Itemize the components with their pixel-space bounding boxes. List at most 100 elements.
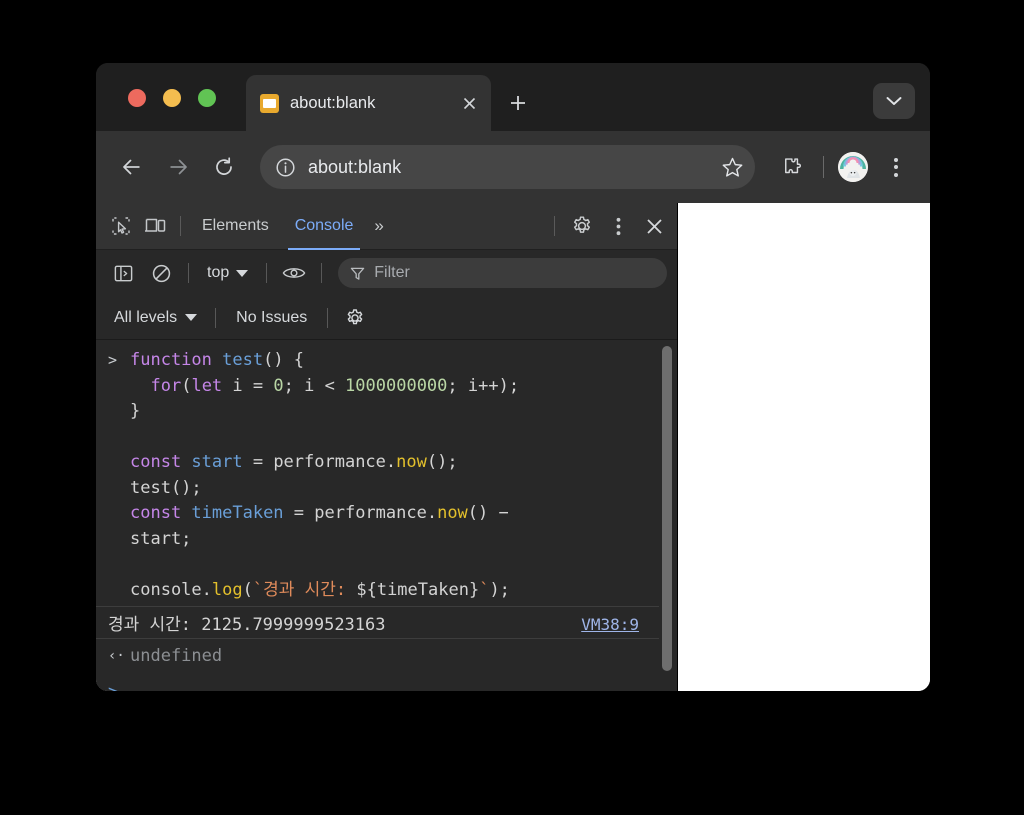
info-circle-icon <box>275 157 295 177</box>
code-token: start; <box>130 528 192 549</box>
code-token: now <box>396 452 427 472</box>
avatar[interactable] <box>838 152 868 182</box>
console-log-level-selector[interactable]: All levels <box>106 304 205 332</box>
window-traffic-lights <box>128 89 216 107</box>
browser-toolbar: about:blank <box>96 131 930 203</box>
console-prompt-row[interactable]: > <box>96 670 659 691</box>
live-expression-button[interactable] <box>277 256 311 290</box>
window-close-button[interactable] <box>128 89 146 107</box>
console-source-link[interactable]: VM38:9 <box>581 615 649 634</box>
extensions-button[interactable] <box>773 149 809 185</box>
console-filter-input[interactable]: Filter <box>338 258 667 288</box>
page-info-icon[interactable] <box>272 154 298 180</box>
gear-icon <box>573 216 591 233</box>
forward-button[interactable] <box>158 147 198 187</box>
devtools-settings-button[interactable] <box>565 209 599 243</box>
toolbar-divider <box>180 216 181 236</box>
device-toolbar-button[interactable] <box>138 209 172 243</box>
back-button[interactable] <box>112 147 152 187</box>
browser-tab-active[interactable]: about:blank <box>246 75 491 131</box>
tab-close-icon[interactable] <box>457 91 481 115</box>
console-sidebar-toggle[interactable] <box>106 256 140 290</box>
devtools-panel: Elements Console » top Filter All levels… <box>96 203 678 691</box>
devtools-tabbar-actions <box>546 209 671 243</box>
code-token: let <box>191 375 223 396</box>
devtools-close-button[interactable] <box>637 209 671 243</box>
code-token: = performance. <box>283 503 438 523</box>
toolbar-divider <box>321 263 323 283</box>
devtools-more-options-button[interactable] <box>601 209 635 243</box>
console-output-panel[interactable]: > function test() { for(let i = 0; i < 1… <box>96 340 677 691</box>
code-token: ( <box>242 579 253 600</box>
code-token: ); <box>489 579 510 600</box>
console-context-selector[interactable]: top <box>199 259 256 287</box>
console-filter-bar: All levels No Issues <box>96 296 677 340</box>
toolbar-divider <box>327 307 329 328</box>
tab-search-button[interactable] <box>873 83 915 119</box>
console-scroll-content: > function test() { for(let i = 0; i < 1… <box>96 340 659 691</box>
console-scrollbar-thumb[interactable] <box>662 346 672 671</box>
address-bar[interactable]: about:blank <box>260 145 755 189</box>
console-settings-button[interactable] <box>338 301 372 335</box>
console-input-code: function test() { for(let i = 0; i < 100… <box>130 348 649 603</box>
console-output-prompt-icon: ‹· <box>108 648 125 664</box>
puzzle-piece-icon <box>784 157 801 173</box>
close-x-icon <box>646 218 662 234</box>
console-input-prompt-icon: > <box>108 351 118 369</box>
reload-button[interactable] <box>204 147 244 187</box>
close-x-icon <box>463 97 475 109</box>
code-token: () { <box>263 350 305 370</box>
code-token: ( <box>181 375 192 396</box>
console-context-label: top <box>207 264 230 281</box>
toolbar-divider <box>823 156 824 178</box>
toolbar-divider <box>554 216 555 236</box>
tab-elements[interactable]: Elements <box>189 203 282 250</box>
code-token: console. <box>130 579 212 600</box>
console-filter-placeholder: Filter <box>374 264 410 281</box>
page-viewport[interactable] <box>678 203 930 691</box>
code-token: test <box>222 350 264 370</box>
new-tab-button[interactable] <box>504 89 532 117</box>
plus-icon <box>511 96 525 110</box>
code-token: test(); <box>130 477 202 498</box>
code-token: log <box>211 579 243 600</box>
console-scrollbar[interactable] <box>659 340 675 691</box>
kebab-menu-icon <box>616 217 620 235</box>
console-prompt-icon: > <box>108 678 130 691</box>
inspect-element-button[interactable] <box>104 209 138 243</box>
filter-funnel-icon <box>351 267 365 280</box>
gear-icon <box>347 308 363 324</box>
kebab-dot <box>894 157 898 162</box>
code-token: const <box>130 452 192 472</box>
code-token: ; i < <box>283 375 346 396</box>
console-log-result-row: 경과 시간: 2125.7999999523163 VM38:9 <box>96 606 659 639</box>
more-tabs-button[interactable]: » <box>366 216 389 236</box>
code-token: for <box>130 375 182 396</box>
code-token: 1000000000 <box>345 375 448 396</box>
browser-menu-button[interactable] <box>880 150 912 184</box>
devtools-tabbar: Elements Console » <box>96 203 677 250</box>
toolbar-divider <box>215 307 217 328</box>
bookmark-button[interactable] <box>717 152 747 182</box>
reload-icon <box>216 157 232 175</box>
console-prompt-input[interactable] <box>130 678 649 691</box>
address-bar-text: about:blank <box>308 156 402 177</box>
chevron-down-icon <box>236 269 249 277</box>
code-token: start <box>191 452 243 472</box>
code-token: `경과 시간: <box>252 579 357 600</box>
chevron-down-icon <box>185 314 198 321</box>
code-token: function <box>130 350 223 370</box>
console-log-message: 경과 시간: 2125.7999999523163 <box>108 615 386 635</box>
console-log-level-label: All levels <box>114 308 178 326</box>
console-input-entry[interactable]: > function test() { for(let i = 0; i < 1… <box>96 348 659 603</box>
tab-title: about:blank <box>290 93 376 112</box>
code-token: i <box>222 375 253 396</box>
console-toolbar: top Filter <box>96 250 677 296</box>
tab-console[interactable]: Console <box>282 203 367 250</box>
code-token: ${timeTaken} <box>356 579 480 600</box>
live-expression-icon <box>282 268 306 278</box>
window-maximize-button[interactable] <box>198 89 216 107</box>
clear-console-button[interactable] <box>144 256 178 290</box>
window-minimize-button[interactable] <box>163 89 181 107</box>
issues-status[interactable]: No Issues <box>226 309 317 327</box>
